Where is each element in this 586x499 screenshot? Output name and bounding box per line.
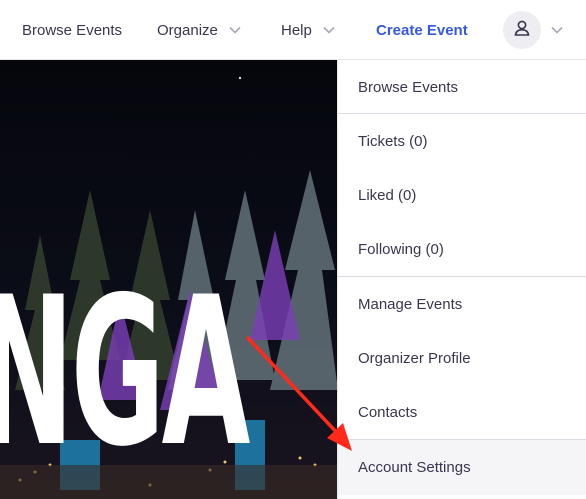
nav-help-dropdown[interactable]: Help <box>281 0 335 60</box>
menu-item-label: Tickets (0) <box>358 132 428 150</box>
menu-item-following[interactable]: Following (0) <box>338 222 586 276</box>
menu-item-browse-events[interactable]: Browse Events <box>338 60 586 114</box>
nav-browse-events-label: Browse Events <box>22 21 123 39</box>
menu-item-label: Account Settings <box>358 459 471 476</box>
menu-item-label: Manage Events <box>358 295 463 313</box>
menu-item-label: Contacts <box>358 403 418 421</box>
top-navigation: Browse Events Organize Help Create Event <box>0 0 586 60</box>
menu-item-tickets[interactable]: Tickets (0) <box>338 114 586 168</box>
chevron-down-icon <box>323 26 335 34</box>
menu-item-label: Liked (0) <box>358 186 417 204</box>
create-event-link[interactable]: Create Event <box>376 0 468 60</box>
menu-item-label: Browse Events <box>358 78 459 96</box>
hero-image: NGA <box>0 60 338 499</box>
user-icon <box>513 19 531 42</box>
account-dropdown-menu: Browse Events Tickets (0) Liked (0) Foll… <box>337 60 586 499</box>
menu-item-account-settings[interactable]: Account Settings <box>338 439 586 495</box>
menu-item-liked[interactable]: Liked (0) <box>338 168 586 222</box>
menu-item-organizer-profile[interactable]: Organizer Profile <box>338 331 586 385</box>
menu-item-label: Following (0) <box>358 240 444 258</box>
nav-help-label: Help <box>281 21 312 39</box>
create-event-label: Create Event <box>376 21 468 39</box>
chevron-down-icon <box>229 26 241 34</box>
nav-organize-label: Organize <box>157 21 218 39</box>
menu-item-contacts[interactable]: Contacts <box>338 385 586 439</box>
avatar <box>503 11 541 49</box>
chevron-down-icon <box>551 26 563 34</box>
nav-browse-events[interactable]: Browse Events <box>22 0 122 60</box>
nav-organize-dropdown[interactable]: Organize <box>157 0 241 60</box>
menu-item-label: Organizer Profile <box>358 349 471 367</box>
hero-title-text: NGA <box>0 254 250 492</box>
account-menu-toggle[interactable] <box>503 10 563 50</box>
menu-item-manage-events[interactable]: Manage Events <box>338 277 586 331</box>
